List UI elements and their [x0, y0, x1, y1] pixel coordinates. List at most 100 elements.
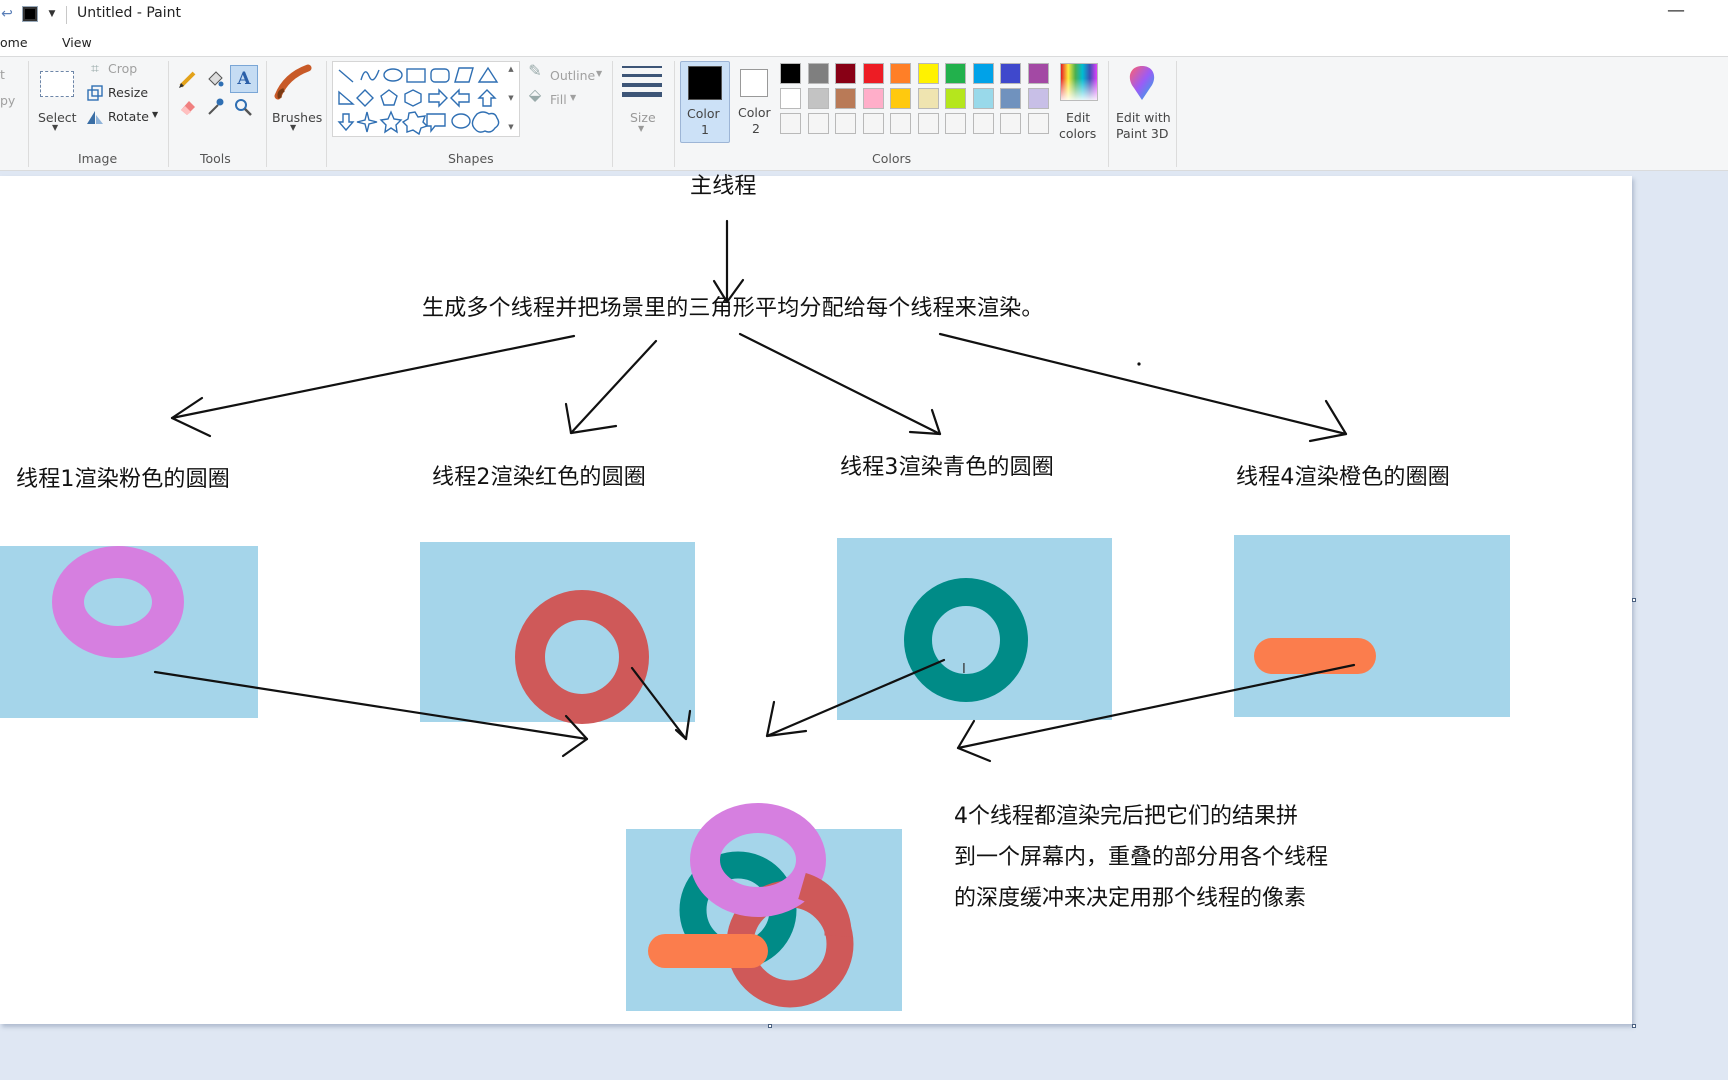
spawn-threads-label: 生成多个线程并把场景里的三角形平均分配给每个线程来渲染。 — [422, 296, 1044, 321]
palette-swatch[interactable] — [1000, 63, 1021, 84]
stray-dot — [1137, 362, 1141, 366]
color2-label: Color — [738, 105, 771, 120]
palette-swatch[interactable] — [1027, 63, 1049, 84]
palette-swatch[interactable] — [972, 113, 994, 134]
resize-icon — [86, 84, 104, 102]
divider — [66, 6, 67, 24]
shapes-gallery[interactable] — [332, 61, 520, 137]
eraser-icon[interactable] — [176, 95, 200, 119]
pink-ring — [52, 546, 184, 658]
palette-swatch[interactable] — [945, 63, 966, 84]
divider — [326, 61, 327, 167]
palette-swatch[interactable] — [807, 88, 829, 109]
scroll-up-icon[interactable]: ▲ — [508, 65, 513, 73]
size-label: Size — [630, 110, 656, 125]
pencil-icon[interactable] — [176, 67, 200, 91]
palette-swatch[interactable] — [862, 88, 884, 109]
composite-note: 4个线程都渲染完后把它们的结果拼 到一个屏幕内，重叠的部分用各个线程 的深度缓冲… — [954, 796, 1328, 919]
orange-blob — [1254, 638, 1376, 674]
quick-access-dropdown-icon[interactable]: ▼ — [46, 4, 58, 24]
palette-swatch[interactable] — [780, 63, 801, 84]
palette-swatch[interactable] — [917, 113, 939, 134]
palette-swatch[interactable] — [780, 88, 801, 109]
palette-swatch[interactable] — [890, 63, 911, 84]
resize-handle-bottom[interactable] — [768, 1024, 772, 1028]
brushes-label: Brushes — [272, 110, 323, 125]
expand-gallery-icon[interactable]: ▼ — [508, 123, 513, 131]
divider — [1108, 61, 1109, 167]
thread3-label: 线程3渲染青色的圆圈 — [840, 455, 1054, 480]
palette-swatch[interactable] — [890, 113, 911, 134]
palette-swatch[interactable] — [917, 88, 939, 109]
undo-icon[interactable]: ↩ — [0, 4, 14, 24]
chevron-down-icon: ▼ — [570, 93, 577, 102]
palette-swatch[interactable] — [807, 63, 829, 84]
chevron-down-icon: ▼ — [596, 69, 603, 78]
palette-swatch[interactable] — [862, 63, 884, 84]
line-size-icon — [622, 63, 662, 99]
color-palette — [780, 63, 1056, 143]
drawing-canvas[interactable]: 主线程 生成多个线程并把场景里的三角形平均分配给每个线程来渲染。 线程1渲染粉色… — [0, 174, 1632, 1024]
text-cursor-icon: I — [962, 662, 966, 677]
resize-label: Resize — [108, 85, 149, 100]
cut-button[interactable]: t — [0, 67, 5, 82]
palette-swatch[interactable] — [1027, 88, 1049, 109]
copy-button[interactable]: py — [0, 93, 15, 108]
tab-view[interactable]: View — [62, 35, 92, 50]
note-line-1: 4个线程都渲染完后把它们的结果拼 — [954, 804, 1298, 829]
crop-icon: ⌗ — [91, 61, 99, 77]
combined-rings — [648, 803, 854, 1008]
red-ring — [515, 590, 649, 724]
image-group-label: Image — [78, 151, 118, 166]
chevron-down-icon: ▼ — [152, 110, 159, 119]
teal-ring — [904, 578, 1028, 702]
tools-group-label: Tools — [200, 151, 231, 166]
color2-button[interactable]: Color 2 — [730, 61, 778, 141]
thread4-label: 线程4渲染橙色的圈圈 — [1236, 465, 1450, 490]
palette-swatch[interactable] — [835, 113, 856, 134]
window-title: Untitled - Paint — [77, 5, 181, 21]
tab-home[interactable]: ome — [0, 35, 28, 50]
divider — [168, 61, 169, 167]
palette-swatch[interactable] — [890, 88, 911, 109]
quick-color-button[interactable] — [20, 4, 40, 24]
fill-bucket-icon[interactable] — [203, 67, 227, 91]
crop-label: Crop — [108, 61, 138, 76]
color-picker-icon[interactable] — [203, 95, 227, 119]
chevron-down-icon: ▼ — [638, 124, 645, 133]
palette-swatch[interactable] — [835, 88, 856, 109]
palette-swatch[interactable] — [972, 63, 994, 84]
color2-number: 2 — [752, 121, 760, 136]
brush-icon — [274, 61, 314, 103]
resize-handle-corner[interactable] — [1632, 1024, 1636, 1028]
chevron-down-icon: ▼ — [52, 123, 59, 132]
palette-swatch[interactable] — [835, 63, 856, 84]
shapes-group-label: Shapes — [448, 151, 494, 166]
paint3d-icon — [1122, 63, 1162, 103]
minimize-button[interactable]: — — [1664, 0, 1688, 26]
palette-swatch[interactable] — [917, 63, 939, 84]
chevron-down-icon: ▼ — [290, 123, 297, 132]
palette-swatch[interactable] — [972, 88, 994, 109]
palette-swatch[interactable] — [807, 113, 829, 134]
colors-group-label: Colors — [872, 151, 912, 166]
palette-swatch[interactable] — [1000, 113, 1021, 134]
resize-handle-right[interactable] — [1632, 598, 1636, 602]
black-swatch-icon — [22, 6, 38, 22]
palette-swatch[interactable] — [1000, 88, 1021, 109]
palette-swatch[interactable] — [945, 113, 966, 134]
palette-swatch[interactable] — [1027, 113, 1049, 134]
palette-swatch[interactable] — [862, 113, 884, 134]
text-tool-icon[interactable]: A — [230, 65, 258, 93]
thread1-label: 线程1渲染粉色的圆圈 — [16, 467, 230, 492]
palette-swatch[interactable] — [780, 113, 801, 134]
select-rectangle-icon — [40, 71, 74, 97]
color1-button[interactable]: Color 1 — [680, 61, 730, 143]
ribbon-tabs: ome View — [0, 30, 1728, 57]
scroll-down-icon[interactable]: ▼ — [508, 94, 513, 102]
magnifier-icon[interactable] — [231, 95, 255, 119]
divider — [266, 61, 267, 167]
palette-swatch[interactable] — [945, 88, 966, 109]
divider — [28, 61, 29, 167]
gallery-scroll[interactable]: ▲ ▼ ▼ — [506, 65, 516, 131]
